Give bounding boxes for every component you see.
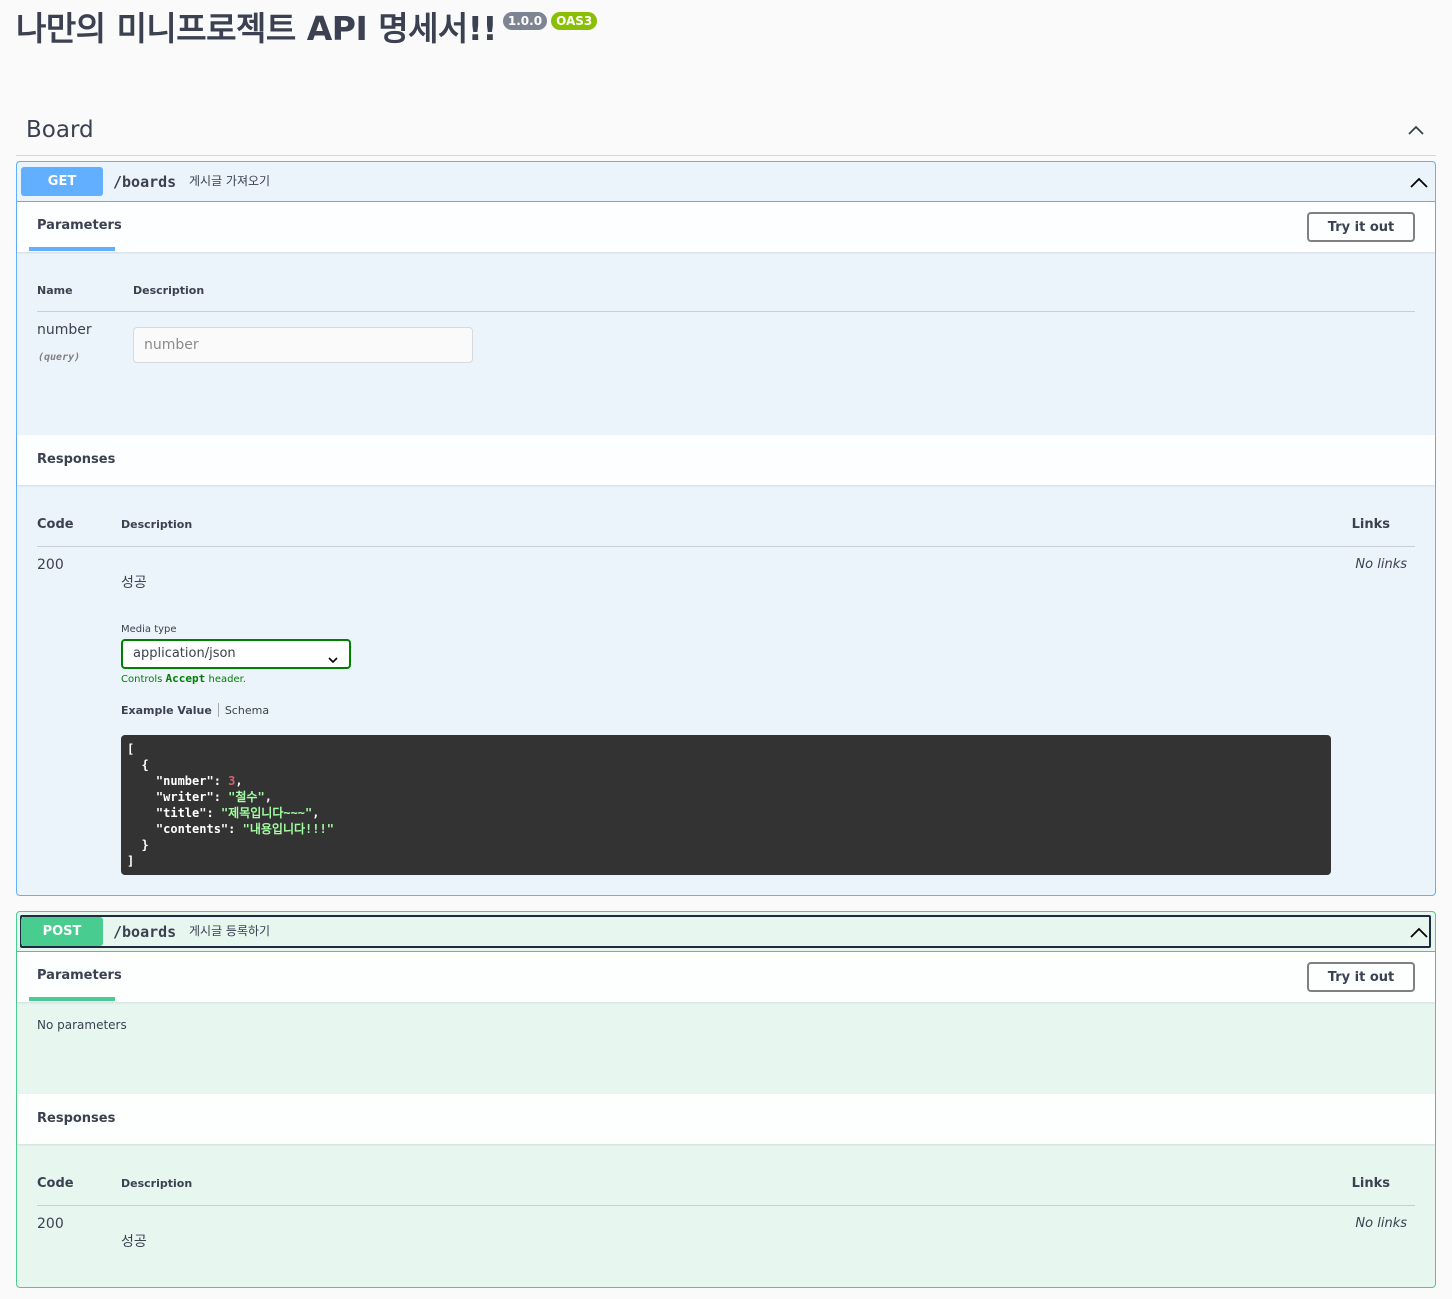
response-code: 200 bbox=[37, 1216, 64, 1232]
param-location: (query) bbox=[38, 352, 81, 363]
col-header-links: Links bbox=[1351, 1176, 1390, 1191]
col-header-description: Description bbox=[133, 284, 205, 297]
responses-title: Responses bbox=[37, 1111, 116, 1126]
method-badge: GET bbox=[21, 167, 103, 196]
parameters-header: Parameters Try it out bbox=[17, 952, 1435, 1002]
tab-underline bbox=[29, 247, 115, 251]
api-title-row: 나만의 미니프로젝트 API 명세서!! 1.0.0 OAS3 bbox=[16, 6, 598, 56]
method-badge: POST bbox=[21, 917, 103, 946]
oas-badge: OAS3 bbox=[551, 12, 598, 30]
opblock-summary[interactable]: POST /boards 게시글 등록하기 bbox=[17, 912, 1435, 952]
media-type-label: Media type bbox=[121, 624, 177, 635]
media-type-value: application/json bbox=[133, 646, 236, 661]
tab-underline bbox=[29, 997, 115, 1001]
response-links: No links bbox=[1355, 557, 1407, 572]
endpoint-path: /boards bbox=[113, 923, 177, 941]
tag-name: Board bbox=[26, 116, 94, 143]
responses-header: Responses bbox=[17, 435, 1435, 485]
responses-header: Responses bbox=[17, 1094, 1435, 1144]
endpoint-path: /boards bbox=[113, 173, 177, 191]
endpoint-summary: 게시글 가져오기 bbox=[189, 174, 271, 188]
example-code-block: [ { "number": 3, "writer": "철수", "title"… bbox=[121, 735, 1331, 875]
opblock-post-boards: POST /boards 게시글 등록하기 Parameters Try it … bbox=[16, 911, 1436, 1288]
page-title: 나만의 미니프로젝트 API 명세서!! bbox=[16, 9, 497, 48]
tab-schema[interactable]: Schema bbox=[225, 704, 269, 717]
try-it-out-button[interactable]: Try it out bbox=[1307, 962, 1415, 992]
tab-example-value[interactable]: Example Value bbox=[121, 704, 212, 717]
col-header-name: Name bbox=[37, 284, 73, 297]
chevron-up-icon[interactable] bbox=[1406, 120, 1426, 140]
media-type-select[interactable]: application/json bbox=[121, 639, 351, 669]
number-input[interactable] bbox=[133, 327, 473, 363]
response-description: 성공 bbox=[121, 1234, 147, 1250]
col-header-code: Code bbox=[37, 1176, 74, 1191]
parameters-header: Parameters Try it out bbox=[17, 202, 1435, 252]
divider bbox=[37, 311, 1415, 312]
col-header-description: Description bbox=[121, 518, 193, 531]
col-header-code: Code bbox=[37, 517, 74, 532]
chevron-down-icon bbox=[327, 649, 339, 675]
controls-accept-note: Controls Accept header. bbox=[121, 672, 246, 685]
responses-title: Responses bbox=[37, 452, 116, 467]
example-tabs: Example Value Schema bbox=[121, 703, 269, 717]
response-links: No links bbox=[1355, 1216, 1407, 1231]
tab-parameters[interactable]: Parameters bbox=[37, 952, 122, 1000]
no-parameters-text: No parameters bbox=[37, 1018, 127, 1032]
opblock-summary[interactable]: GET /boards 게시글 가져오기 bbox=[17, 162, 1435, 202]
col-header-links: Links bbox=[1351, 517, 1390, 532]
endpoint-summary: 게시글 등록하기 bbox=[189, 924, 271, 938]
divider bbox=[37, 1205, 1415, 1206]
try-it-out-button[interactable]: Try it out bbox=[1307, 212, 1415, 242]
response-description: 성공 bbox=[121, 575, 147, 591]
version-badge: 1.0.0 bbox=[502, 12, 548, 30]
col-header-description: Description bbox=[121, 1177, 193, 1190]
opblock-get-boards: GET /boards 게시글 가져오기 Parameters Try it o… bbox=[16, 161, 1436, 896]
chevron-up-icon[interactable] bbox=[1409, 174, 1429, 190]
tab-separator bbox=[217, 703, 219, 717]
param-name: number bbox=[37, 322, 92, 338]
tag-section-board[interactable]: Board bbox=[16, 104, 1436, 156]
response-code: 200 bbox=[37, 557, 64, 573]
tab-parameters[interactable]: Parameters bbox=[37, 202, 122, 250]
divider bbox=[37, 546, 1415, 547]
chevron-up-icon[interactable] bbox=[1409, 924, 1429, 940]
